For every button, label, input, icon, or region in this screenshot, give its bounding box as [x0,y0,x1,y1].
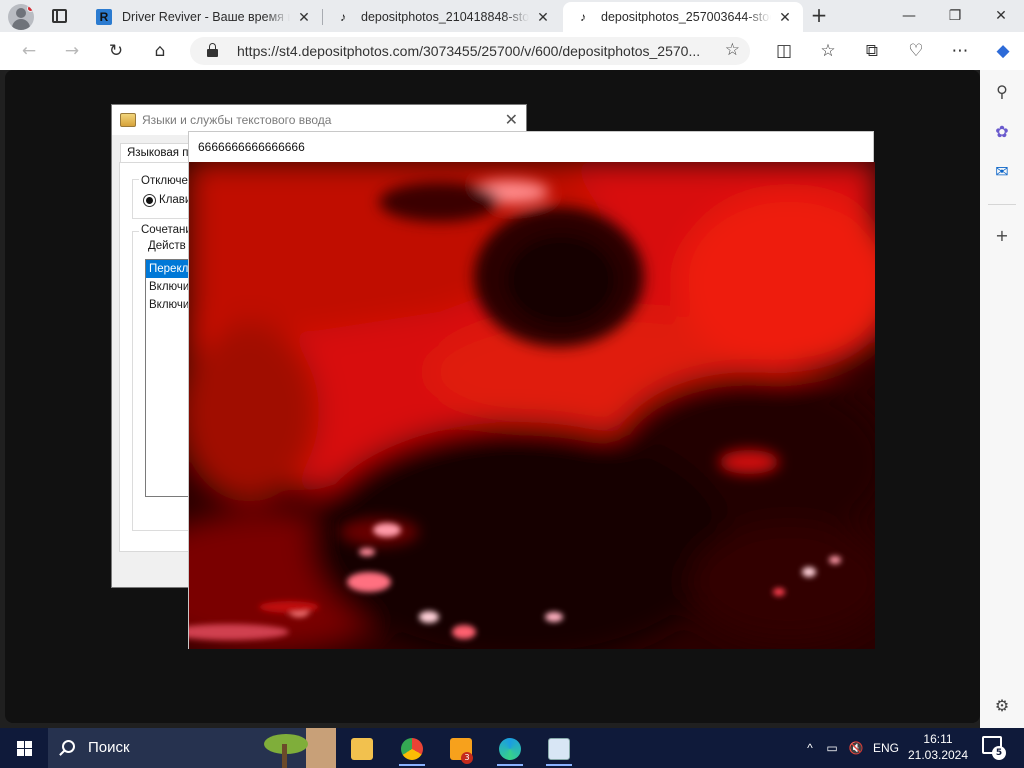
settings-more-icon[interactable]: ⋯ [947,39,973,63]
back-button[interactable]: ← [16,39,42,63]
tab-language-bar[interactable]: Языковая п [120,143,196,163]
action-column-header: Действ [148,240,186,252]
windows-taskbar: Поиск 3 ^ ▭ 🔇 ENG 16:11 21.03.2024 5 [0,728,1024,768]
folder-icon [351,738,373,760]
running-indicator [497,764,523,766]
close-window-button[interactable]: ✕ [978,0,1024,32]
restore-button[interactable]: ❐ [932,0,978,32]
tab-title: Driver Reviver - Ваше время цен [122,10,290,24]
driver-reviver-favicon-icon: R [96,9,112,25]
close-tab-icon[interactable]: ✕ [535,9,551,26]
dialog-title: Языки и службы текстового ввода [142,113,332,127]
favorite-star-icon[interactable]: ☆ [725,40,740,60]
dialog-close-icon[interactable]: ✕ [505,110,518,130]
close-tab-icon[interactable]: ✕ [777,9,793,26]
volume-muted-icon[interactable]: 🔇 [845,728,867,768]
taskbar-keyboard-settings[interactable] [537,732,581,766]
home-button[interactable]: ⌂ [147,39,173,63]
keyboard-radio[interactable] [143,194,156,207]
address-bar[interactable]: https://st4.depositphotos.com/3073455/25… [190,37,750,65]
taskbar-edge[interactable] [488,732,532,766]
refresh-button[interactable]: ↻ [103,39,129,63]
image-window-title: 6666666666666666 [198,140,305,154]
running-indicator [546,764,572,766]
tiktok-favicon-icon: ♪ [580,10,586,24]
forward-button[interactable]: → [59,39,85,63]
sidebar-separator [988,204,1016,205]
windows-logo-icon [17,741,32,756]
copilot-apps-icon[interactable]: ✿ [988,118,1016,146]
tab-depositphotos-2[interactable]: ♪ depositphotos_257003644-stock ✕ [563,2,803,32]
group-label-shortcuts: Сочетани [139,224,194,236]
input-language-indicator[interactable]: ENG [870,728,902,768]
outlook-icon[interactable]: ✉ [988,158,1016,186]
browser-tab-bar: R Driver Reviver - Ваше время цен ✕ ♪ de… [0,0,1024,32]
clock-date: 21.03.2024 [907,748,969,762]
start-button[interactable] [0,728,48,768]
red-photo-image [189,162,875,649]
add-sidebar-app-icon[interactable]: + [988,222,1016,250]
taskbar-search-box[interactable]: Поиск [48,728,336,768]
taskbar-yandex-disk[interactable]: 3 [439,732,483,766]
favorites-icon[interactable]: ☆ [815,39,841,63]
lock-icon[interactable] [207,43,218,57]
tab-title: depositphotos_257003644-stock [601,10,771,24]
search-icon[interactable]: ⚲ [988,78,1016,106]
red-photo-svg [189,162,875,649]
chrome-icon [401,738,423,760]
minimize-button[interactable]: — [886,0,932,32]
running-indicator [399,764,425,766]
collections-icon[interactable]: ⧉ [859,39,885,63]
taskbar-chrome[interactable] [390,732,434,766]
new-tab-button[interactable]: + [808,5,830,27]
split-screen-icon[interactable]: ◫ [771,39,797,63]
browser-toolbar: ← → ↻ ⌂ https://st4.depositphotos.com/30… [0,32,1024,70]
yandex-badge: 3 [461,752,473,764]
keyboard-radio-label[interactable]: Клави [159,194,191,206]
sidebar-settings-icon[interactable]: ⚙ [988,692,1016,720]
keyboard-icon [120,113,136,127]
url-text[interactable]: https://st4.depositphotos.com/3073455/25… [237,37,707,65]
taskbar-file-explorer[interactable] [340,732,384,766]
tab-driver-reviver[interactable]: R Driver Reviver - Ваше время цен ✕ [84,2,322,32]
taskbar-clock[interactable]: 16:11 21.03.2024 [900,731,976,763]
search-icon [62,740,75,753]
tab-title: depositphotos_210418848-stock [361,10,529,24]
close-tab-icon[interactable]: ✕ [296,9,312,26]
search-placeholder: Поиск [88,739,130,756]
image-window: 6666666666666666 [188,131,875,649]
search-highlight-image [264,728,336,768]
tiktok-favicon-icon: ♪ [340,10,346,24]
tab-actions-icon[interactable] [52,9,67,23]
keyboard-icon [548,738,570,760]
clock-time: 16:11 [923,732,953,746]
profile-avatar[interactable] [8,4,34,30]
browser-essentials-icon[interactable]: ♡ [903,39,929,63]
edge-sidebar: ⚲ ✿ ✉ + ⚙ [980,70,1024,728]
notification-count: 5 [992,746,1006,760]
edge-icon [499,738,521,760]
copilot-icon[interactable]: ◆ [990,39,1016,63]
tab-depositphotos-1[interactable]: ♪ depositphotos_210418848-stock ✕ [323,2,561,32]
network-icon[interactable]: ▭ [822,728,842,768]
show-hidden-icons-button[interactable]: ^ [800,728,820,768]
